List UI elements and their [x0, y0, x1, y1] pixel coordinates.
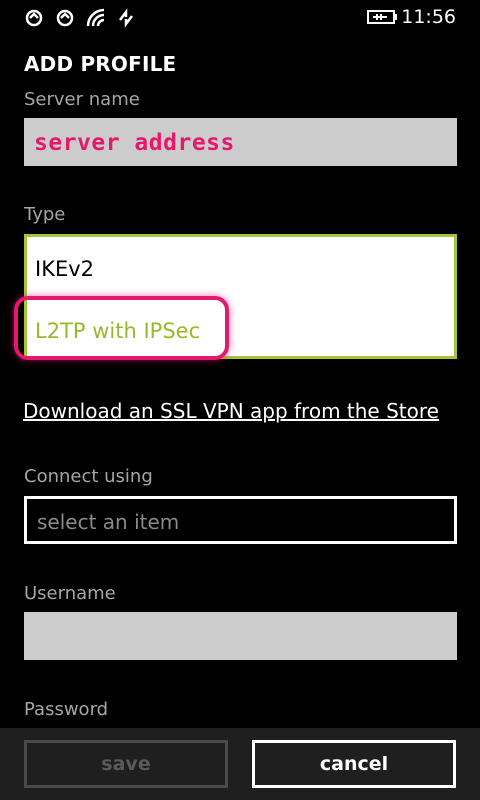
username-label: Username [24, 583, 116, 604]
connect-using-label: Connect using [24, 466, 153, 487]
cancel-button[interactable]: cancel [252, 740, 456, 788]
clock: 11:56 [401, 6, 456, 28]
sim-1-icon [25, 9, 43, 27]
page-title: ADD PROFILE [24, 52, 177, 76]
password-label: Password [24, 699, 109, 720]
connect-using-select[interactable]: select an item [24, 496, 457, 544]
save-button[interactable]: save [24, 740, 228, 788]
battery-charging-icon [367, 10, 397, 24]
server-name-value: server address [34, 130, 235, 156]
server-name-label: Server name [24, 89, 140, 110]
sim-2-icon [56, 9, 74, 27]
data-sync-icon [119, 8, 133, 28]
server-name-input[interactable]: server address [24, 118, 457, 166]
type-label: Type [24, 204, 66, 225]
ssl-vpn-store-link[interactable]: Download an SSL VPN app from the Store [23, 399, 439, 423]
connect-using-placeholder: select an item [37, 510, 180, 534]
username-input[interactable] [24, 612, 457, 660]
type-option-ikev2[interactable]: IKEv2 [35, 257, 94, 281]
annotation-highlight [14, 296, 229, 360]
wifi-icon [86, 8, 105, 27]
